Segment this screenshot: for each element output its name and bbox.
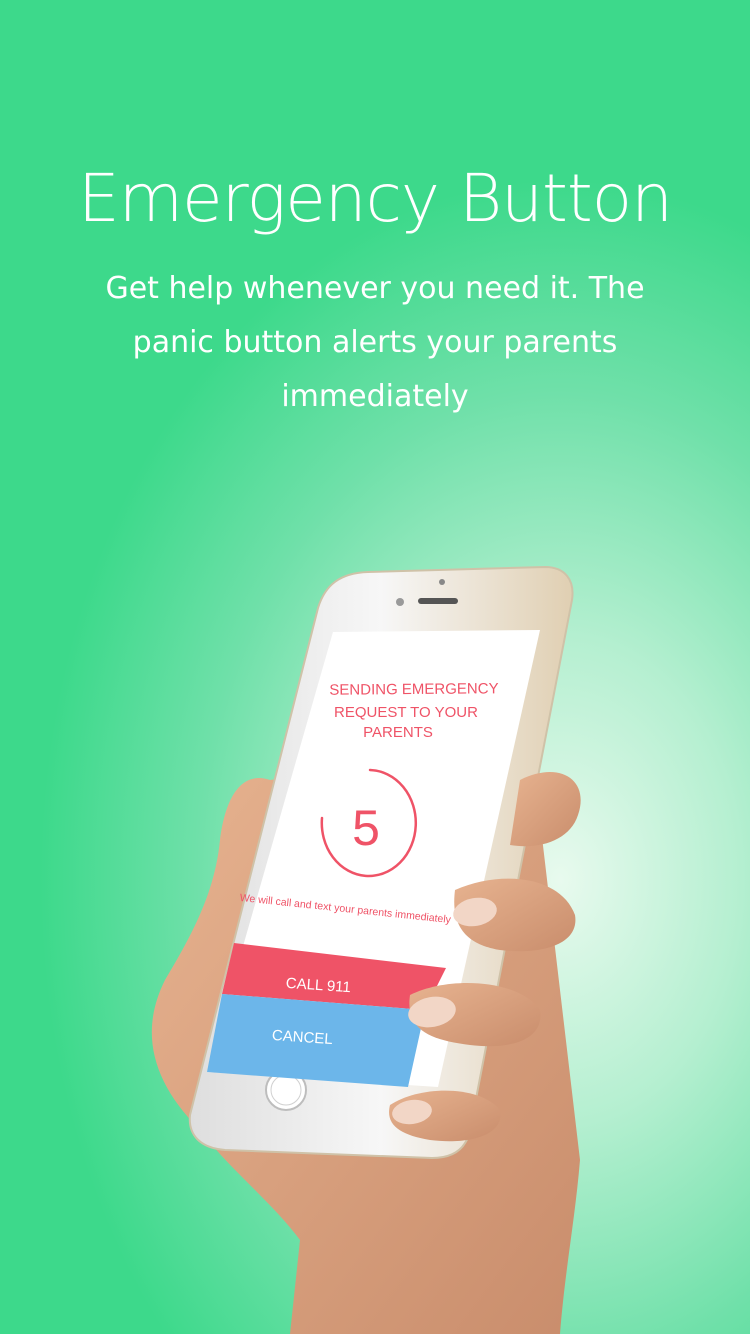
cancel-button[interactable]: CANCEL xyxy=(207,994,425,1087)
emergency-status-line-2: REQUEST TO YOUR xyxy=(334,704,478,721)
emergency-status-line-3: PARENTS xyxy=(363,724,433,741)
page-title: Emergency Button xyxy=(78,160,673,237)
emergency-status-line-1: SENDING EMERGENCY xyxy=(329,680,498,698)
countdown-number: 5 xyxy=(352,800,380,856)
page-subtitle: Get help whenever you need it. The panic… xyxy=(105,271,645,414)
phone-in-hand-illustration: SENDING EMERGENCY REQUEST TO YOUR PARENT… xyxy=(151,565,581,1334)
